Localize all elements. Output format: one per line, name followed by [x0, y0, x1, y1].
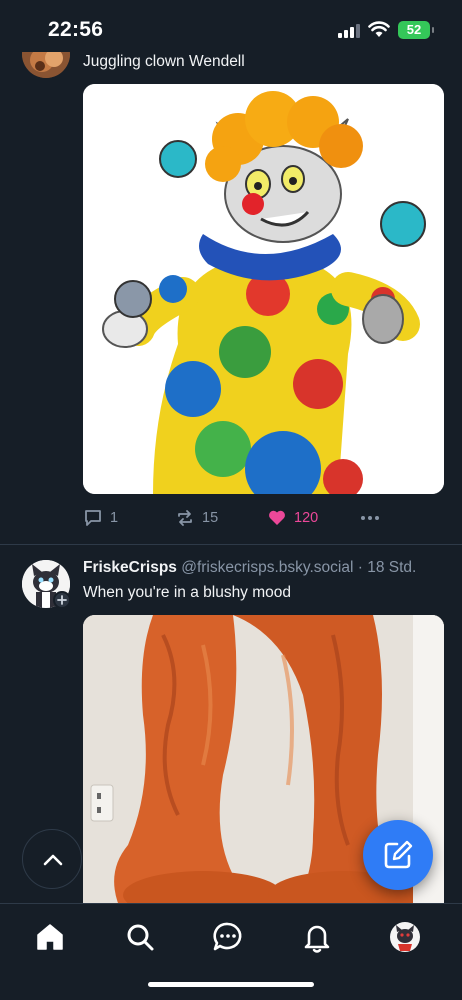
tab-chat[interactable]	[211, 920, 245, 954]
avatar[interactable]	[22, 560, 70, 608]
repost-icon	[178, 510, 192, 526]
profile-avatar	[390, 922, 420, 952]
post-text: When you're in a blushy mood	[83, 584, 292, 601]
feed-post[interactable]: Juggling clown Wendell 1 15 120	[0, 0, 462, 545]
more-options-button[interactable]	[359, 507, 381, 529]
compose-button[interactable]	[363, 820, 433, 890]
tab-home[interactable]	[33, 920, 67, 954]
plus-icon	[57, 595, 67, 605]
follow-badge[interactable]	[53, 591, 71, 609]
compose-icon	[384, 840, 413, 869]
post-header: FriskeCrisps @friskecrisps.bsky.social ·…	[83, 559, 416, 577]
home-icon	[37, 924, 63, 950]
separator: ·	[357, 559, 363, 576]
reply-icon	[85, 510, 101, 526]
like-count: 120	[294, 510, 319, 526]
status-time: 22:56	[48, 18, 104, 41]
cellular-signal-icon	[338, 24, 360, 38]
author-handle[interactable]: @friskecrisps.bsky.social	[181, 559, 353, 576]
tab-notifications[interactable]	[300, 920, 334, 954]
author-name[interactable]: FriskeCrisps	[83, 559, 177, 576]
repost-button[interactable]: 15	[175, 507, 218, 529]
tab-profile[interactable]	[388, 920, 422, 954]
battery-level: 52	[406, 22, 422, 37]
post-time: 18 Std.	[367, 559, 417, 576]
battery-indicator: 52	[398, 21, 434, 39]
reply-count: 1	[110, 510, 119, 526]
search-icon	[127, 924, 154, 951]
post-text: Juggling clown Wendell	[83, 53, 245, 70]
like-button[interactable]: 120	[267, 507, 318, 529]
more-icon	[361, 516, 379, 520]
tab-search[interactable]	[123, 920, 157, 954]
wifi-icon	[368, 21, 390, 37]
chevron-up-icon	[43, 854, 63, 866]
bell-icon	[304, 925, 330, 953]
status-bar: 22:56 52	[0, 0, 462, 52]
heart-icon	[269, 510, 285, 525]
post-image[interactable]	[83, 84, 444, 494]
post-actions: 1 15 120	[83, 507, 444, 529]
scroll-to-top-button[interactable]	[22, 829, 82, 889]
post-divider	[0, 544, 462, 545]
reply-button[interactable]: 1	[83, 507, 118, 529]
home-indicator	[148, 982, 314, 987]
chat-icon	[213, 922, 242, 951]
repost-count: 15	[202, 510, 219, 526]
